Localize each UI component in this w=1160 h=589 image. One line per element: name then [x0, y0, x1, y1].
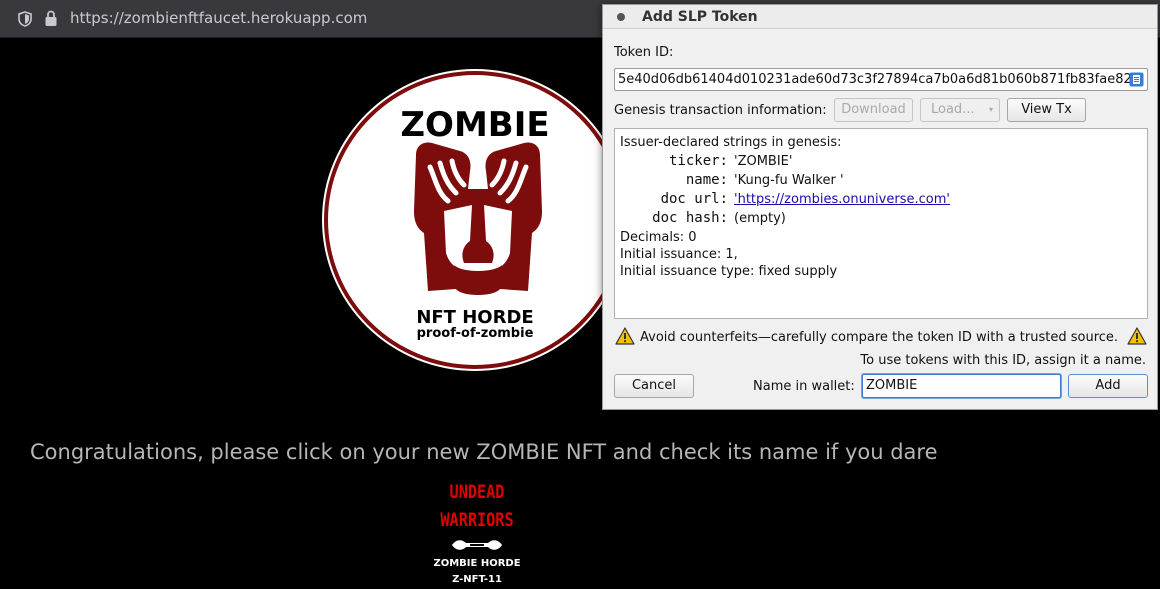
- name-value: 'Kung-fu Walker ': [734, 173, 844, 188]
- view-tx-button[interactable]: View Tx: [1007, 98, 1086, 122]
- decimals-text: Decimals: 0: [620, 230, 697, 245]
- add-button[interactable]: Add: [1068, 374, 1148, 398]
- load-dropdown-label: Load...: [931, 102, 975, 117]
- doc-hash-key: doc hash:: [652, 210, 728, 226]
- counterfeit-warning: Avoid counterfeits—carefully compare the…: [640, 330, 1119, 345]
- warning-icon: [615, 327, 635, 345]
- dialog-title: Add SLP Token: [642, 9, 758, 25]
- url-text[interactable]: https://zombienftfaucet.herokuapp.com: [70, 9, 367, 27]
- add-slp-token-dialog[interactable]: Add SLP Token Token ID: 5e40d06db61404d0…: [602, 4, 1158, 410]
- genesis-info-label: Genesis transaction information:: [614, 103, 827, 118]
- logo-tagline: proof-of-zombie: [416, 326, 534, 341]
- load-dropdown[interactable]: Load... ▾: [920, 98, 1000, 122]
- doc-url-link[interactable]: 'https://zombies.onuniverse.com': [734, 192, 950, 207]
- nunchaku-icon: [452, 540, 502, 550]
- doc-hash-value: (empty): [734, 211, 786, 226]
- token-id-label: Token ID:: [614, 45, 674, 60]
- dialog-titlebar[interactable]: Add SLP Token: [603, 5, 1157, 29]
- assign-name-hint: To use tokens with this ID, assign it a …: [860, 353, 1146, 368]
- chevron-down-icon: ▾: [988, 105, 993, 114]
- copy-icon[interactable]: [1129, 72, 1144, 87]
- issuance-type-text: Initial issuance type: fixed supply: [620, 264, 838, 279]
- initial-issuance-text: Initial issuance: 1,: [620, 247, 738, 262]
- genesis-info-text[interactable]: Issuer-declared strings in genesis: tick…: [614, 128, 1148, 319]
- ticker-key: ticker:: [668, 153, 728, 169]
- ticker-value: 'ZOMBIE': [734, 154, 793, 169]
- name-in-wallet-value: ZOMBIE: [866, 378, 918, 393]
- badge-line-4: Z-NFT-11: [452, 574, 502, 585]
- doc-url-key: doc url:: [660, 191, 728, 207]
- name-key: name:: [685, 172, 728, 188]
- name-in-wallet-label: Name in wallet:: [753, 379, 855, 394]
- badge-line-3: ZOMBIE HORDE: [433, 558, 521, 569]
- zombie-head-icon: [414, 142, 542, 295]
- lock-icon[interactable]: [44, 10, 58, 27]
- congratulations-message: Congratulations, please click on your ne…: [30, 440, 938, 464]
- download-button[interactable]: Download: [834, 98, 913, 122]
- token-id-field[interactable]: 5e40d06db61404d010231ade60d73c3f27894ca7…: [614, 68, 1148, 91]
- shield-icon[interactable]: [18, 11, 32, 27]
- nft-badge[interactable]: UNDEAD WARRIORS ZOMBIE HORDE Z-NFT-11: [426, 478, 528, 587]
- badge-line-1: UNDEAD: [449, 481, 505, 503]
- logo-title: ZOMBIE: [400, 105, 550, 145]
- logo-subtitle: NFT HORDE: [416, 307, 534, 328]
- name-in-wallet-input[interactable]: ZOMBIE: [862, 374, 1061, 398]
- info-heading: Issuer-declared strings in genesis:: [620, 135, 842, 150]
- warning-icon-right: [1127, 327, 1147, 345]
- zombie-logo[interactable]: ZOMBIE NFT HORDE proof-of-zombie: [324, 71, 626, 369]
- token-id-value: 5e40d06db61404d010231ade60d73c3f27894ca7…: [618, 72, 1132, 87]
- cancel-button[interactable]: Cancel: [614, 374, 694, 398]
- badge-line-2: WARRIORS: [440, 509, 514, 531]
- window-menu-icon[interactable]: [617, 13, 625, 21]
